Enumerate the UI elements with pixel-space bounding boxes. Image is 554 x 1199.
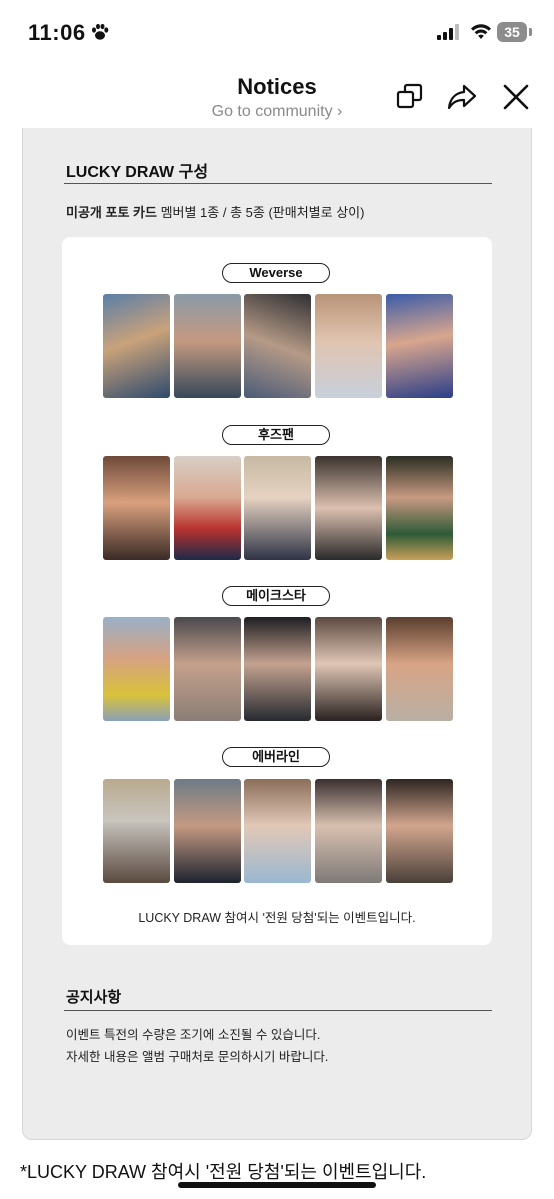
blurred-photocard xyxy=(103,456,170,560)
blurred-photocard xyxy=(386,779,453,883)
notice-line: 자세한 내용은 앨범 구매처로 문의하시기 바랍니다. xyxy=(66,1050,329,1064)
blurred-photocard xyxy=(315,456,382,560)
notice-title: 공지사항 xyxy=(66,989,122,1006)
status-time: 11:06 xyxy=(28,20,86,45)
blurred-photocard xyxy=(315,779,382,883)
copy-icon[interactable] xyxy=(395,82,425,112)
battery-indicator: 35 xyxy=(497,22,527,42)
subtitle-rest: 멤버별 1종 / 총 5종 (판매처별로 상이) xyxy=(156,205,365,220)
wifi-icon xyxy=(471,24,491,39)
blurred-photocard xyxy=(244,294,311,398)
blurred-photocard xyxy=(174,779,241,883)
home-indicator[interactable] xyxy=(178,1182,376,1188)
blurred-photocard xyxy=(315,617,382,721)
blurred-photocard xyxy=(386,456,453,560)
lucky-draw-title: LUCKY DRAW 구성 xyxy=(66,164,209,181)
cellular-signal-icon xyxy=(437,24,459,40)
battery-tip xyxy=(529,28,532,36)
lucky-draw-subtitle: 미공개 포토 카드 멤버별 1종 / 총 5종 (판매처별로 상이) xyxy=(66,202,364,221)
blurred-photocard xyxy=(103,617,170,721)
footer-caption: *LUCKY DRAW 참여시 '전원 당첨'되는 이벤트입니다. xyxy=(20,1162,427,1182)
lucky-draw-note: LUCKY DRAW 참여시 '전원 당첨'되는 이벤트입니다. xyxy=(138,911,416,925)
share-icon[interactable] xyxy=(447,82,477,112)
photocard-row xyxy=(103,617,453,721)
close-icon[interactable] xyxy=(501,82,531,112)
divider xyxy=(64,1010,492,1011)
group-label-weverse: Weverse xyxy=(222,263,330,283)
blurred-photocard xyxy=(315,294,382,398)
blurred-photocard xyxy=(174,617,241,721)
status-bar: 11:06 35 xyxy=(0,0,554,66)
blurred-photocard xyxy=(174,456,241,560)
blurred-photocard xyxy=(244,779,311,883)
notices-header: Notices Go to community › xyxy=(0,66,554,126)
blurred-photocard xyxy=(244,456,311,560)
photocard-row xyxy=(103,456,453,560)
group-label-makestar: 메이크스타 xyxy=(222,586,330,606)
blurred-photocard xyxy=(386,294,453,398)
blurred-photocard xyxy=(103,294,170,398)
photocard-row xyxy=(103,294,453,398)
notice-line: 이벤트 특전의 수량은 조기에 소진될 수 있습니다. xyxy=(66,1028,321,1042)
group-label-whosfan: 후즈팬 xyxy=(222,425,330,445)
paw-icon xyxy=(92,23,109,40)
divider xyxy=(64,183,492,184)
subtitle-bold: 미공개 포토 카드 xyxy=(66,205,157,220)
blurred-photocard xyxy=(174,294,241,398)
blurred-photocard xyxy=(244,617,311,721)
blurred-photocard xyxy=(103,779,170,883)
group-label-everline: 에버라인 xyxy=(222,747,330,767)
photocard-row xyxy=(103,779,453,883)
blurred-photocard xyxy=(386,617,453,721)
